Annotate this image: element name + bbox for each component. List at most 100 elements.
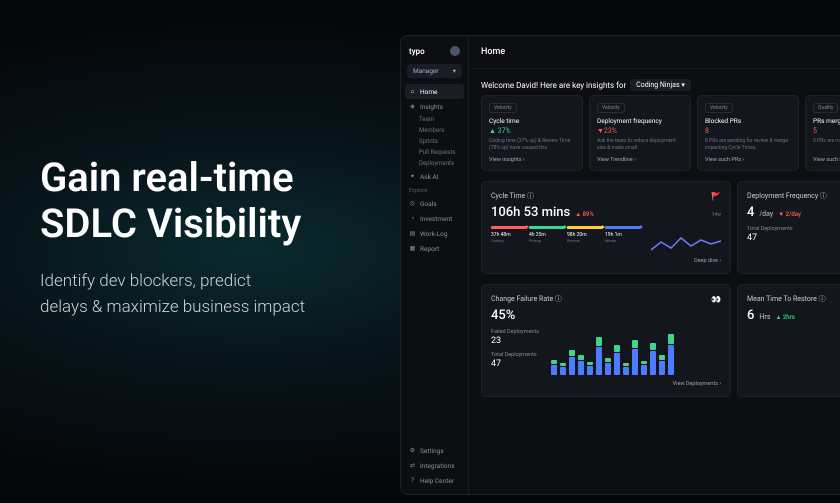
page-title: Home — [481, 47, 505, 57]
nav-label: Help Center — [420, 477, 454, 485]
badge: Velocity — [597, 103, 625, 113]
insight-card-cycle-time[interactable]: Velocity Cycle time ▲ 37% Coding time (3… — [481, 95, 583, 171]
welcome-text: Welcome David! Here are key insights for — [481, 81, 626, 90]
nav-help[interactable]: ? Help Center — [401, 473, 468, 488]
report-icon: ▦ — [409, 245, 416, 252]
deep-dive-link[interactable]: Deep dive › — [491, 258, 721, 264]
card-link[interactable]: View Trendline › — [597, 157, 683, 163]
nav-integrations[interactable]: ⇄Integrations — [401, 458, 468, 473]
nav-label: Report — [420, 245, 439, 253]
card-title: Blocked PRs — [705, 117, 791, 125]
nav-label: Work-Log — [420, 230, 448, 238]
nav-label: Goals — [420, 200, 437, 208]
hero-title-line2: SDLC Visibility — [40, 200, 301, 247]
card-title: Change Failure Rate ⓘ — [491, 294, 562, 304]
badge: Velocity — [705, 103, 733, 113]
deploy-freq-unit: /day — [759, 210, 773, 218]
card-link[interactable]: View insights › — [489, 157, 575, 163]
card-metric: 5 — [813, 127, 840, 135]
card-title: PRs merged w — [813, 117, 840, 125]
nav-home[interactable]: ⌂ Home — [405, 84, 464, 99]
card-metric: ▼23% — [597, 127, 683, 135]
nav-ask-ai[interactable]: ✦ Ask AI — [401, 169, 468, 184]
cycle-time-card: Cycle Time ⓘ🚩 106h 53 mins▲ 89%14w 37h 4… — [481, 181, 731, 274]
badge: Velocity — [489, 103, 517, 113]
role-label: Manager — [413, 67, 439, 75]
chart-icon: ◔ — [409, 215, 416, 222]
eyes-icon: 👀 — [711, 295, 721, 304]
card-link[interactable]: View such PRs › — [813, 157, 840, 163]
team-name: Coding Ninjas — [636, 81, 679, 89]
stage-name: Coding — [491, 238, 527, 243]
nav-report[interactable]: ▦ Report — [401, 241, 468, 256]
insight-card-prs-merged[interactable]: Quality PRs merged w 5 5 PRs are merged.… — [805, 95, 840, 171]
sparkline-chart — [651, 230, 721, 252]
cfr-card: Change Failure Rate ⓘ👀 45% Failed Deploy… — [481, 284, 731, 397]
nav-insights[interactable]: ◈ Insights — [401, 99, 468, 114]
substat-label: Total Deployments — [747, 226, 793, 232]
card-desc: 8 PRs are pending for review & merge imp… — [705, 138, 791, 151]
nav-sprints[interactable]: Sprints — [401, 136, 468, 147]
card-title: Deployment Frequency ⓘ — [747, 191, 827, 201]
insight-card-deploy-freq[interactable]: Velocity Deployment frequency ▼23% Ask t… — [589, 95, 691, 171]
hero-title-line1: Gain real-time — [40, 154, 294, 201]
deploy-freq-card: Deployment Frequency ⓘ 4/day ▼ 2/day Tota… — [737, 181, 840, 274]
cycle-time-delta: ▲ 89% — [575, 211, 594, 218]
substat-value: 47 — [747, 233, 840, 243]
card-desc: Ask the team to reduce deployment size &… — [597, 138, 683, 151]
nav-team[interactable]: Team — [401, 114, 468, 125]
flag-icon: 🚩 — [711, 192, 721, 201]
card-desc: Coding time (37% up) & Review Time (78% … — [489, 138, 575, 151]
pipeline: 37h 48mCoding 4h 35mPickup 98h 20mReview… — [491, 226, 641, 243]
card-metric: ▲ 37% — [489, 127, 575, 135]
insights-icon: ◈ — [409, 103, 416, 110]
period-label: 14w — [712, 212, 721, 218]
substat-value: 23 — [491, 336, 539, 346]
welcome-bar: Welcome David! Here are key insights for… — [469, 69, 840, 95]
card-title: Cycle time — [489, 117, 575, 125]
nav-pull-requests[interactable]: Pull Requests — [401, 147, 468, 158]
nav-section-explore: Explore — [401, 184, 468, 196]
chevron-down-icon: ▾ — [453, 67, 456, 75]
sidebar: typo Manager ▾ ⌂ Home ◈ Insights Team Memb… — [401, 36, 469, 494]
mttr-unit: Hrs — [759, 313, 770, 321]
nav-label: Ask AI — [420, 173, 439, 181]
sparkle-icon: ✦ — [409, 173, 416, 180]
avatar[interactable] — [450, 46, 460, 56]
nav-label: Insights — [420, 103, 443, 111]
nav-settings[interactable]: ⚙Settings — [401, 443, 468, 458]
logo: typo — [401, 42, 468, 60]
role-selector[interactable]: Manager ▾ — [407, 64, 462, 78]
log-icon: ▤ — [409, 230, 416, 237]
substat-label: Total Deployments — [491, 352, 537, 358]
main-panel: Home Weekly Welcome David! Here are key … — [469, 36, 840, 494]
chevron-down-icon: ▾ — [681, 81, 685, 89]
deploy-freq-delta: ▼ 2/day — [778, 211, 801, 218]
nav-label: Integrations — [420, 462, 455, 470]
hero-sub-line1: Identify dev blockers, predict — [40, 271, 251, 291]
card-metric: 8 — [705, 127, 791, 135]
card-link[interactable]: View such PRs › — [705, 157, 791, 163]
home-icon: ⌂ — [409, 88, 416, 95]
stage-name: Review — [567, 238, 603, 243]
card-title: Mean Time To Restore ⓘ — [747, 294, 826, 304]
team-selector[interactable]: Coding Ninjas ▾ — [630, 79, 691, 91]
target-icon: ◎ — [409, 200, 416, 207]
topbar: Home Weekly — [469, 36, 840, 69]
view-deployments-link[interactable]: View Deployments › — [491, 381, 721, 387]
app-window: typo Manager ▾ ⌂ Home ◈ Insights Team Memb… — [400, 35, 840, 495]
mttr-card: Mean Time To Restore ⓘ 6 Hrs ▲ 2hrs — [737, 284, 840, 397]
mttr-delta: ▲ 2hrs — [775, 314, 794, 321]
nav-investment[interactable]: ◔Investment — [401, 211, 468, 226]
stage-name: Pickup — [529, 238, 565, 243]
deploy-freq-value: 4 — [747, 205, 754, 220]
nav-work-log[interactable]: ▤ Work-Log — [401, 226, 468, 241]
stage-name: Merge — [605, 238, 641, 243]
mttr-value: 6 — [747, 308, 754, 323]
help-icon: ? — [409, 477, 416, 484]
nav-deployments[interactable]: Deployments — [401, 158, 468, 169]
nav-label: Home — [420, 88, 438, 96]
insight-card-blocked-prs[interactable]: Velocity Blocked PRs 8 8 PRs are pending… — [697, 95, 799, 171]
nav-members[interactable]: Members — [401, 125, 468, 136]
nav-goals[interactable]: ◎ Goals — [401, 196, 468, 211]
